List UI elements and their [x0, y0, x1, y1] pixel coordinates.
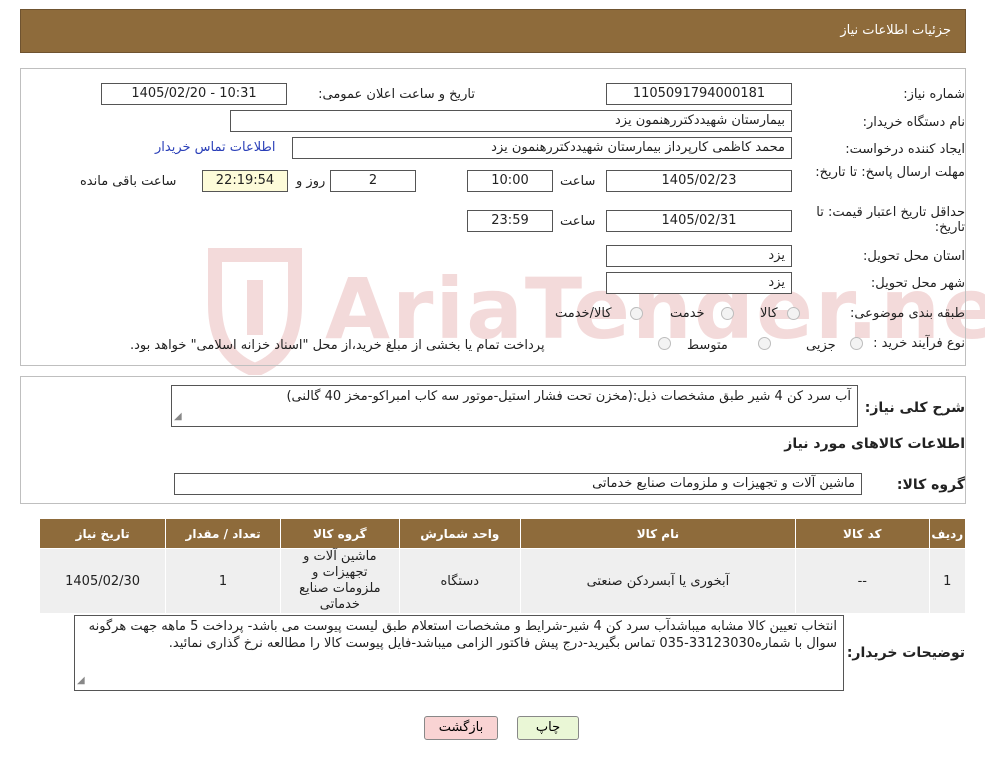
requester-field: محمد کاظمی کارپرداز بیمارستان شهیددکترره…	[292, 137, 792, 159]
price-validity-label: حداقل تاریخ اعتبار قیمت: تا تاریخ:	[816, 205, 965, 235]
description-textarea[interactable]: آب سرد کن 4 شیر طبق مشخصات ذیل:(مخزن تحت…	[171, 385, 858, 427]
cell-row: 1	[928, 548, 967, 614]
need-number-field: 1105091794000181	[606, 83, 792, 105]
cell-qty: 1	[165, 548, 281, 614]
buyer-notes-text: انتخاب تعیین کالا مشابه میباشدآب سرد کن …	[88, 619, 837, 651]
category-goods-service-radio[interactable]	[630, 307, 643, 320]
col-date: تاریخ نیاز	[38, 518, 167, 549]
cell-name: آبخوری یا آبسردکن صنعتی	[519, 548, 797, 614]
description-label: شرح کلی نیاز:	[864, 400, 965, 416]
province-field: یزد	[606, 245, 792, 267]
description-text: آب سرد کن 4 شیر طبق مشخصات ذیل:(مخزن تحت…	[286, 389, 851, 404]
goods-group-label: گروه کالا:	[896, 477, 965, 493]
days-field: 2	[330, 170, 416, 192]
goods-section-title: اطلاعات کالاهای مورد نیاز	[784, 436, 965, 452]
deadline-time-field: 10:00	[467, 170, 553, 192]
purchase-medium-label: متوسط	[687, 338, 728, 353]
col-unit: واحد شمارش	[398, 518, 521, 549]
print-button[interactable]: چاپ	[517, 716, 579, 740]
deadline-date-field: 1405/02/23	[606, 170, 792, 192]
category-service-radio[interactable]	[721, 307, 734, 320]
deadline-time-label: ساعت	[560, 174, 596, 189]
col-name: نام کالا	[519, 518, 797, 549]
price-validity-date-field: 1405/02/31	[606, 210, 792, 232]
city-field: یزد	[606, 272, 792, 294]
buyer-notes-textarea[interactable]: انتخاب تعیین کالا مشابه میباشدآب سرد کن …	[74, 615, 844, 691]
buyer-org-field: بیمارستان شهیددکتررهنمون یزد	[230, 110, 792, 132]
cell-date: 1405/02/30	[38, 548, 167, 614]
items-table: ردیف کد کالا نام کالا واحد شمارش گروه کا…	[38, 518, 967, 614]
announce-label: تاریخ و ساعت اعلان عمومی:	[318, 87, 475, 102]
cell-group: ماشین آلات و تجهیزات و ملزومات صنایع خدم…	[279, 548, 400, 614]
col-row: ردیف	[928, 518, 967, 549]
remaining-label: ساعت باقی مانده	[80, 174, 177, 189]
goods-group-field: ماشین آلات و تجهیزات و ملزومات صنایع خدم…	[174, 473, 862, 495]
city-label: شهر محل تحویل:	[870, 276, 965, 291]
purchase-note: پرداخت تمام یا بخشی از مبلغ خرید،از محل …	[130, 338, 545, 353]
page-header: جزئیات اطلاعات نیاز	[20, 9, 966, 53]
col-code: کد کالا	[795, 518, 930, 549]
cell-code: --	[795, 548, 930, 614]
col-group: گروه کالا	[279, 518, 400, 549]
resize-grip-icon[interactable]: ◢	[174, 408, 182, 425]
category-goods-service-label: کالا/خدمت	[555, 306, 612, 321]
category-goods-label: کالا	[760, 306, 778, 321]
price-validity-time-label: ساعت	[560, 214, 596, 229]
days-label: روز و	[296, 174, 326, 189]
back-button[interactable]: بازگشت	[424, 716, 498, 740]
announce-field: 1405/02/20 - 10:31	[101, 83, 287, 105]
buyer-org-label: نام دستگاه خریدار:	[862, 115, 965, 130]
purchase-minor-label: جزیی	[806, 338, 836, 353]
requester-label: ایجاد کننده درخواست:	[845, 142, 965, 157]
purchase-minor-radio[interactable]	[850, 337, 863, 350]
buyer-notes-label: توضیحات خریدار:	[846, 645, 965, 661]
cell-unit: دستگاه	[398, 548, 521, 614]
purchase-type-label: نوع فرآیند خرید :	[873, 336, 965, 351]
province-label: استان محل تحویل:	[863, 249, 965, 264]
table-header-row: ردیف کد کالا نام کالا واحد شمارش گروه کا…	[38, 518, 967, 549]
page-title: جزئیات اطلاعات نیاز	[840, 23, 951, 38]
category-label: طبقه بندی موضوعی:	[849, 306, 965, 321]
category-goods-radio[interactable]	[787, 307, 800, 320]
need-number-label: شماره نیاز:	[903, 87, 965, 102]
resize-grip-icon[interactable]: ◢	[77, 672, 85, 689]
price-validity-time-field: 23:59	[467, 210, 553, 232]
col-qty: تعداد / مقدار	[165, 518, 281, 549]
contact-buyer-link[interactable]: اطلاعات تماس خریدار	[155, 140, 275, 155]
table-row: 1 -- آبخوری یا آبسردکن صنعتی دستگاه ماشی…	[38, 548, 967, 614]
deadline-label: مهلت ارسال پاسخ: تا تاریخ:	[815, 165, 965, 180]
purchase-medium-radio[interactable]	[758, 337, 771, 350]
category-service-label: خدمت	[670, 306, 705, 321]
purchase-treasury-radio[interactable]	[658, 337, 671, 350]
remaining-time-field: 22:19:54	[202, 170, 288, 192]
